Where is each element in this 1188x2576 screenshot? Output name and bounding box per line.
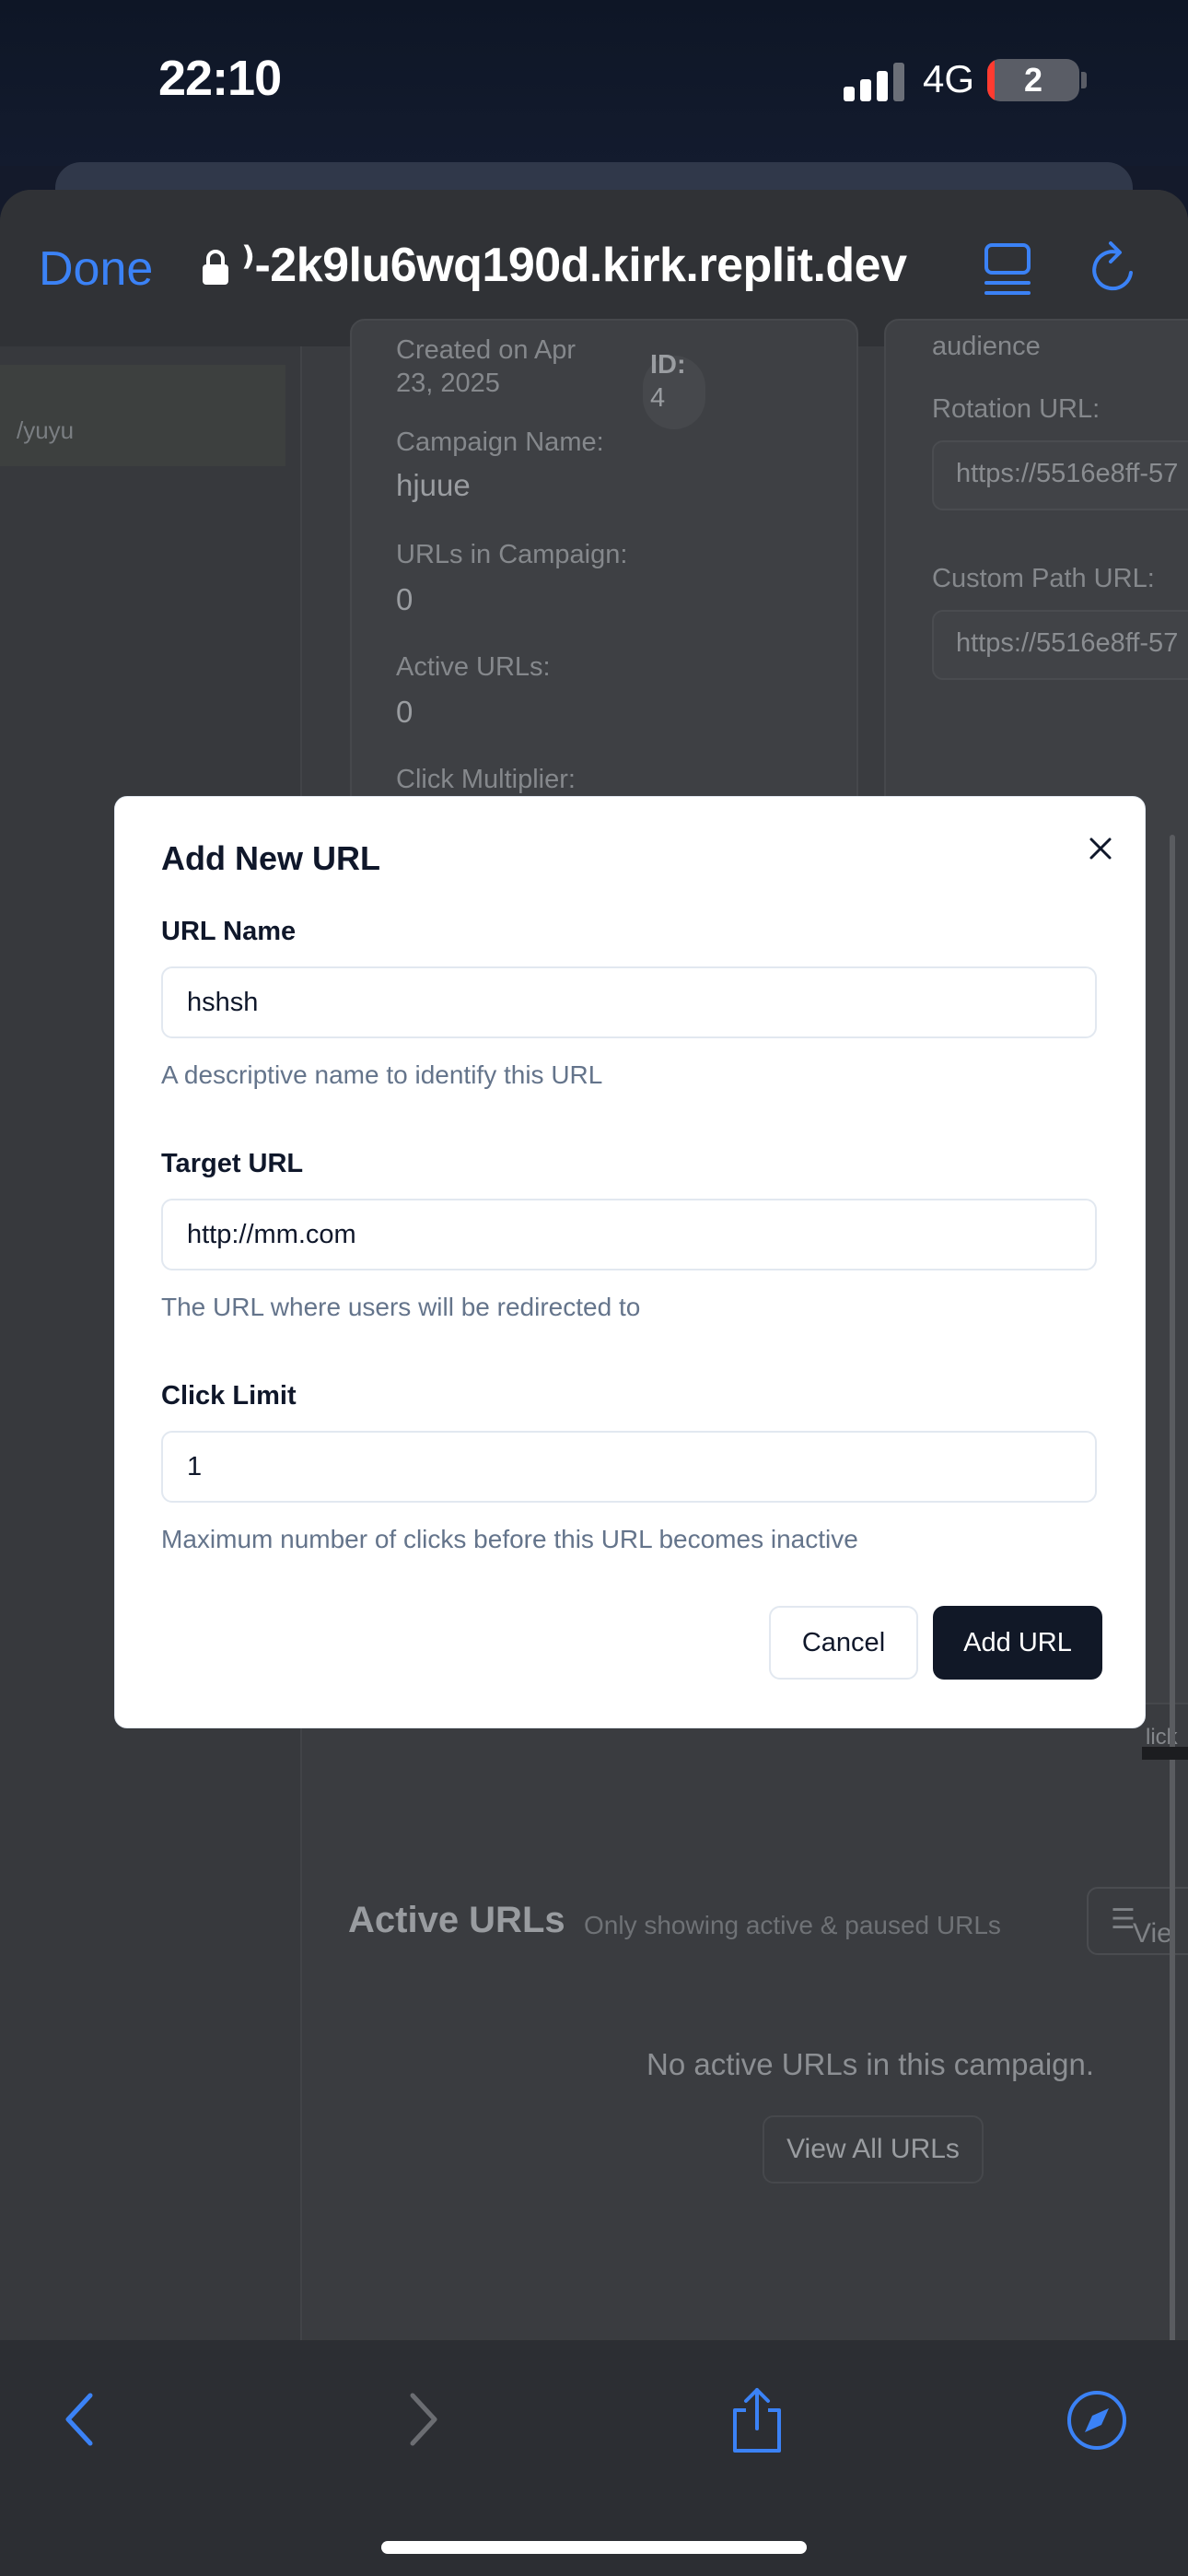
active-urls-label: Active URLs: — [396, 652, 551, 682]
divider — [1142, 1747, 1188, 1760]
click-multiplier-label: Click Multiplier: — [396, 765, 576, 794]
urls-in-campaign-label: URLs in Campaign: — [396, 540, 628, 569]
view-toggle-label: ☰ Vie — [1111, 1904, 1172, 1949]
url-name-label: URL Name — [161, 917, 297, 946]
target-url-help: The URL where users will be redirected t… — [161, 1293, 641, 1321]
id-value: 4 — [650, 383, 666, 413]
created-label: Created on Apr — [396, 335, 577, 365]
battery-nub — [1081, 72, 1087, 88]
empty-state-message: No active URLs in this campaign. — [646, 2047, 1095, 2081]
url-name-input[interactable] — [161, 966, 1097, 1038]
compass-icon[interactable] — [1066, 2390, 1127, 2451]
battery-icon: 2 — [987, 59, 1079, 101]
custom-path-url-label: Custom Path URL: — [932, 564, 1155, 593]
view-all-urls-button[interactable]: View All URLs — [763, 2115, 984, 2184]
scrollbar[interactable] — [1170, 835, 1175, 2364]
add-url-dialog: Add New URL URL Name A descriptive name … — [114, 796, 1146, 1728]
cancel-button[interactable]: Cancel — [769, 1606, 918, 1680]
active-urls-value: 0 — [396, 695, 413, 729]
reader-mode-icon[interactable] — [984, 241, 1031, 297]
network-label: 4G — [923, 57, 975, 100]
status-bar: 22:10 4G 2 — [0, 0, 1188, 166]
back-icon[interactable] — [61, 2392, 98, 2447]
reload-icon[interactable] — [1087, 240, 1142, 299]
signal-icon — [844, 63, 904, 101]
active-urls-subtitle: Only showing active & paused URLs — [584, 1911, 1001, 1939]
active-urls-title: Active URLs — [348, 1900, 565, 1940]
url-name-help: A descriptive name to identify this URL — [161, 1060, 603, 1089]
sidebar-item-label: /yuyu — [17, 416, 75, 444]
battery-level: 2 — [1023, 61, 1043, 99]
rotation-url-label: Rotation URL: — [932, 394, 1101, 424]
click-limit-input[interactable] — [161, 1431, 1097, 1503]
urls-in-campaign-value: 0 — [396, 582, 413, 616]
close-icon[interactable] — [1082, 830, 1119, 867]
rotation-url-field[interactable]: https://5516e8ff-57 — [932, 440, 1188, 510]
click-limit-label: Click Limit — [161, 1381, 297, 1411]
id-label: ID: — [650, 350, 686, 380]
home-indicator — [381, 2541, 807, 2554]
forward-icon[interactable] — [405, 2392, 442, 2447]
created-date: 23, 2025 — [396, 369, 500, 398]
target-url-label: Target URL — [161, 1149, 304, 1178]
campaign-name-value: hjuue — [396, 468, 471, 502]
target-url-input[interactable] — [161, 1199, 1097, 1270]
click-limit-help: Maximum number of clicks before this URL… — [161, 1525, 858, 1553]
view-all-urls-label: View All URLs — [786, 2134, 960, 2164]
lock-icon — [203, 250, 228, 285]
share-icon[interactable] — [728, 2386, 786, 2454]
status-time: 22:10 — [158, 51, 282, 106]
id-badge: ID: 4 — [643, 350, 705, 429]
custom-path-url-value: https://5516e8ff-57 — [956, 628, 1179, 658]
address-bar-url[interactable]: ⁾-2k9lu6wq190d.kirk.replit.dev — [241, 238, 907, 293]
done-button[interactable]: Done — [39, 241, 153, 297]
sidebar-item[interactable]: /yuyu — [0, 365, 285, 466]
rotation-url-value: https://5516e8ff-57 — [956, 459, 1179, 488]
custom-path-url-field[interactable]: https://5516e8ff-57 — [932, 610, 1188, 680]
campaign-name-label: Campaign Name: — [396, 427, 604, 457]
dialog-title: Add New URL — [161, 839, 380, 877]
audience-label: audience — [932, 332, 1041, 361]
add-url-button[interactable]: Add URL — [933, 1606, 1102, 1680]
